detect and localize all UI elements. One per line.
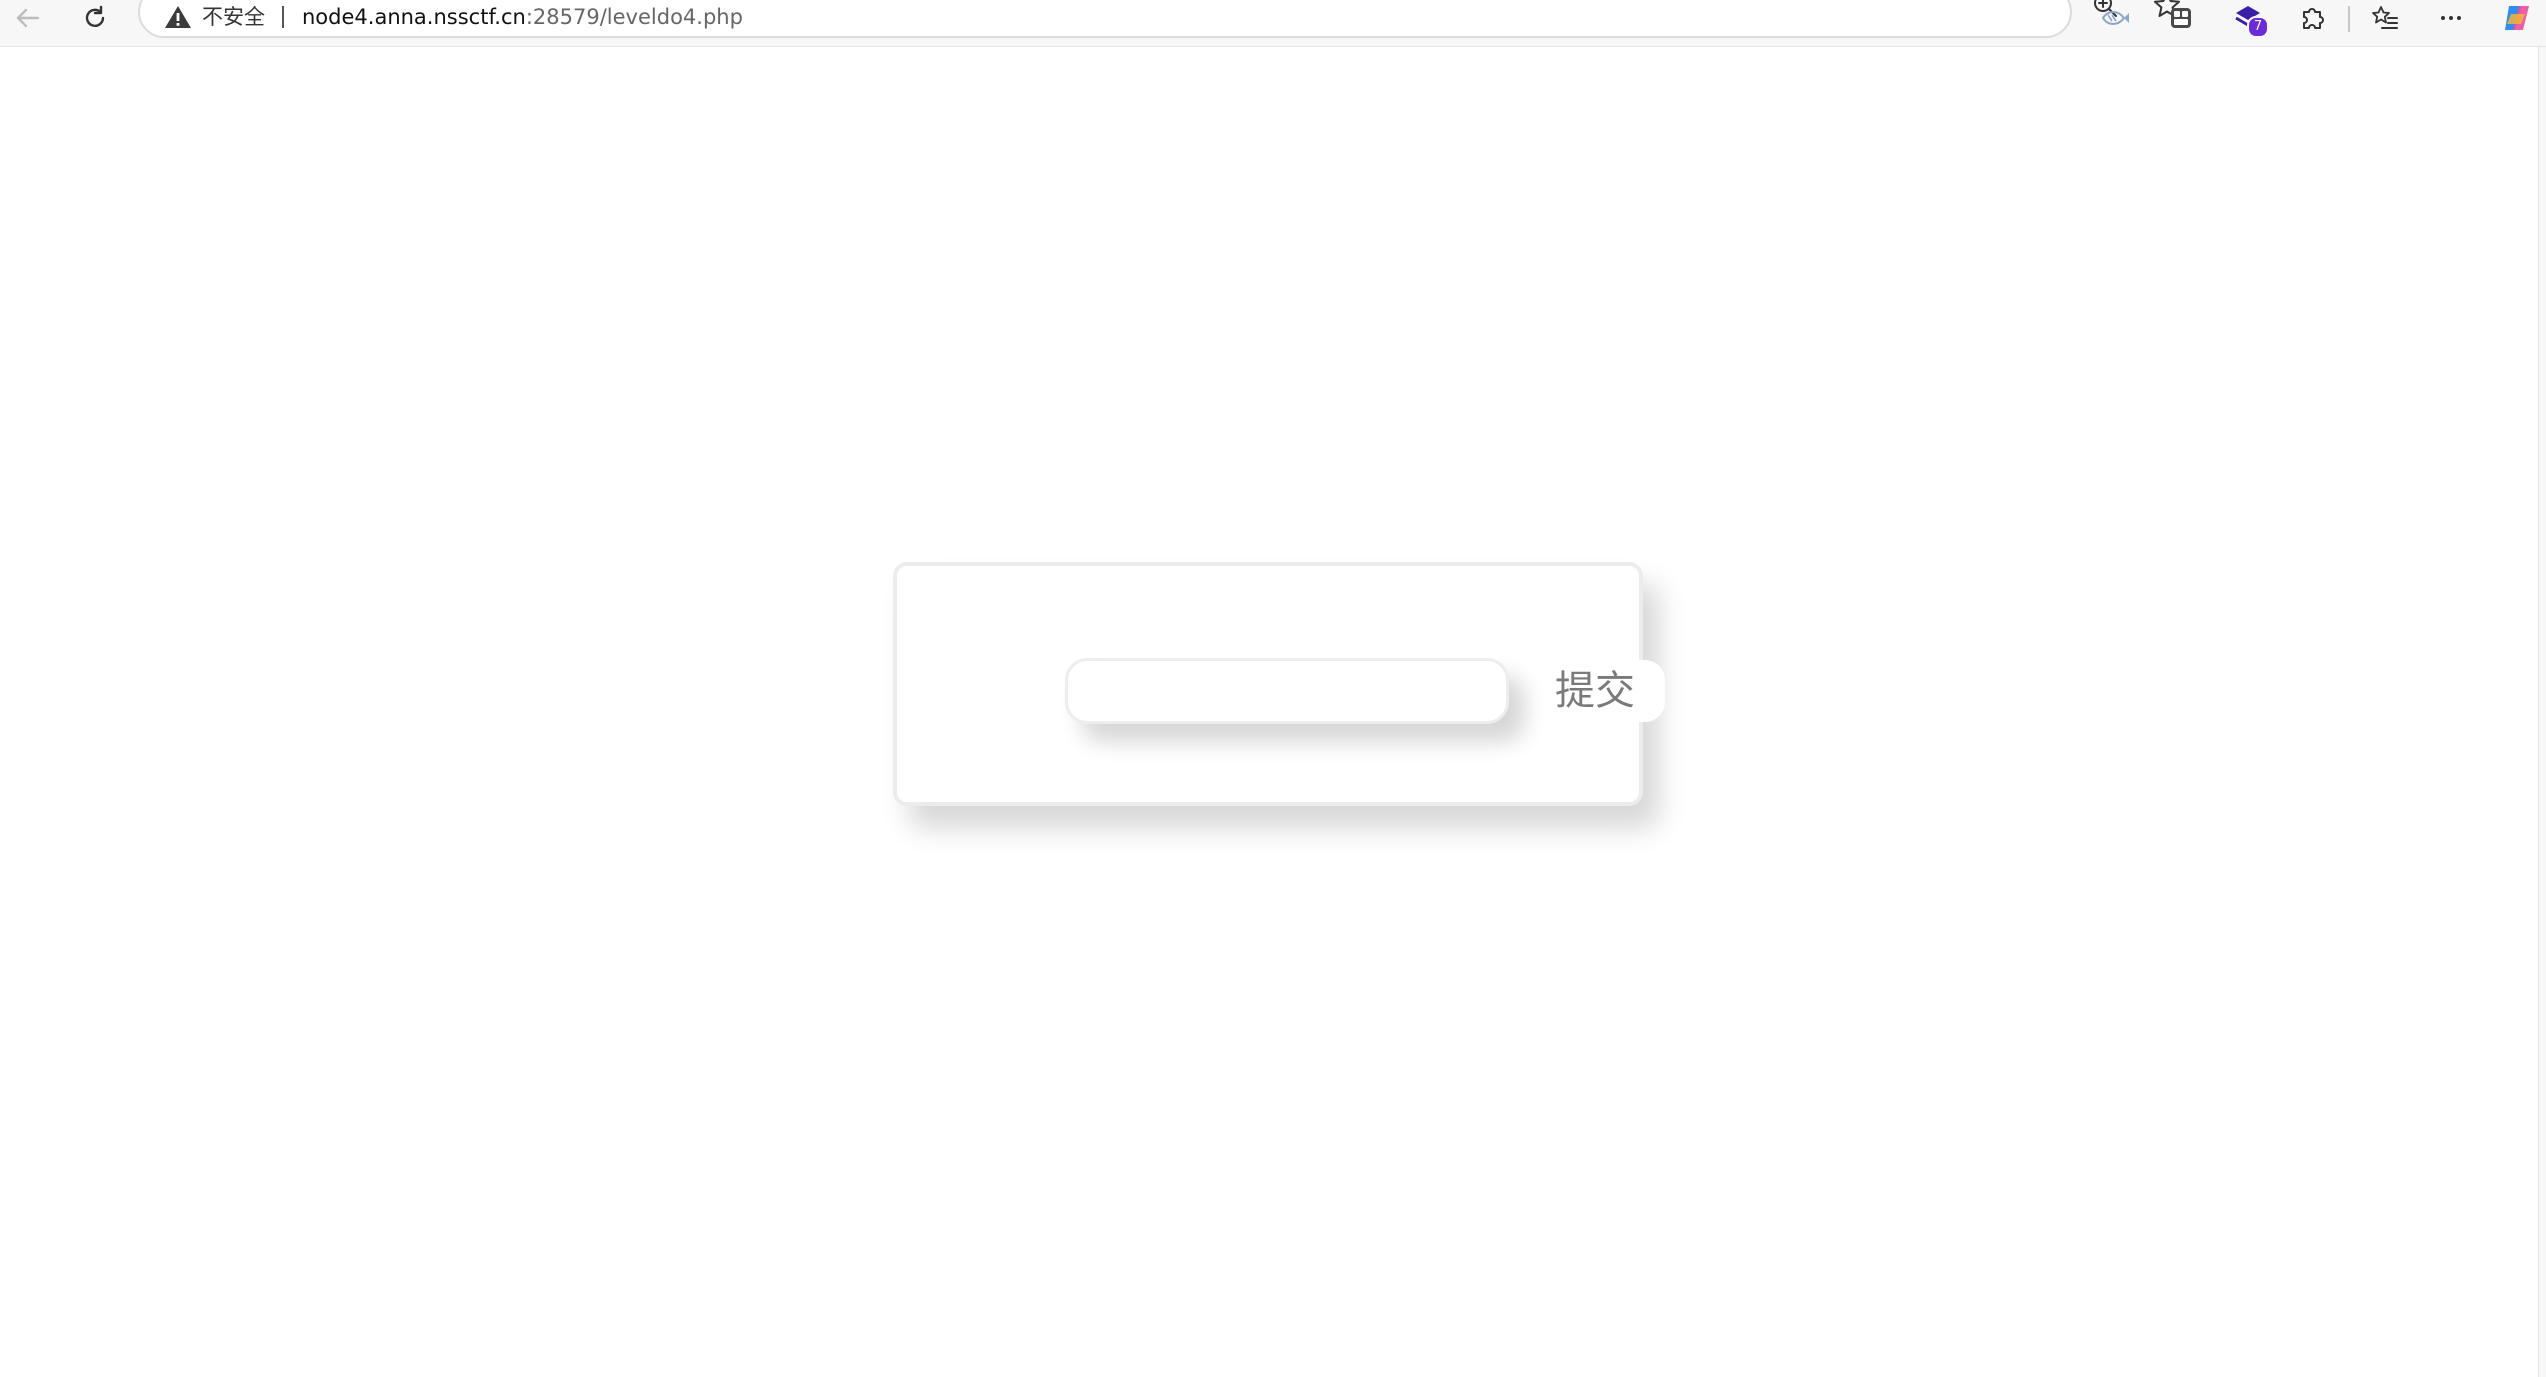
extension-badge-count: 7: [2247, 16, 2269, 38]
url-text[interactable]: node4.anna.nssctf.cn:28579/leveldo4.php: [302, 4, 743, 30]
browser-toolbar: 不安全 node4.anna.nssctf.cn:28579/leveldo4.…: [0, 0, 2546, 47]
fish-extension-button[interactable]: [2092, 0, 2138, 36]
address-divider: [282, 6, 284, 28]
arrow-left-icon: [16, 8, 40, 28]
warning-triangle-icon[interactable]: [164, 4, 192, 30]
extensions-button[interactable]: [2290, 0, 2336, 36]
favorites-list-icon: [2372, 6, 2398, 29]
stack-extension-button[interactable]: 7: [2225, 0, 2271, 38]
address-bar[interactable]: 不安全 node4.anna.nssctf.cn:28579/leveldo4.…: [138, 0, 2180, 38]
text-input[interactable]: [1065, 658, 1509, 724]
toolbar-separator: [2348, 6, 2350, 32]
puzzle-icon: [2303, 8, 2324, 29]
tab-manager-extension-button[interactable]: [2158, 0, 2204, 36]
favorites-button[interactable]: [2362, 0, 2408, 36]
reload-icon: [85, 5, 105, 27]
reload-button[interactable]: [73, 0, 117, 36]
scrollbar[interactable]: [2538, 47, 2546, 1377]
security-status-label[interactable]: 不安全: [202, 4, 265, 30]
url-host: node4.anna.nssctf.cn: [302, 5, 526, 29]
copilot-icon: [2505, 6, 2529, 30]
form-card: 提交: [893, 562, 1665, 806]
tabs-extension-icon: [2171, 8, 2191, 28]
copilot-button[interactable]: [2494, 0, 2540, 36]
url-path: :28579/leveldo4.php: [525, 5, 743, 29]
back-button[interactable]: [6, 0, 50, 36]
submit-button[interactable]: 提交: [1545, 660, 1665, 722]
more-icon: [2441, 16, 2461, 20]
more-button[interactable]: [2428, 0, 2474, 36]
fish-extension-icon: [2101, 11, 2129, 25]
